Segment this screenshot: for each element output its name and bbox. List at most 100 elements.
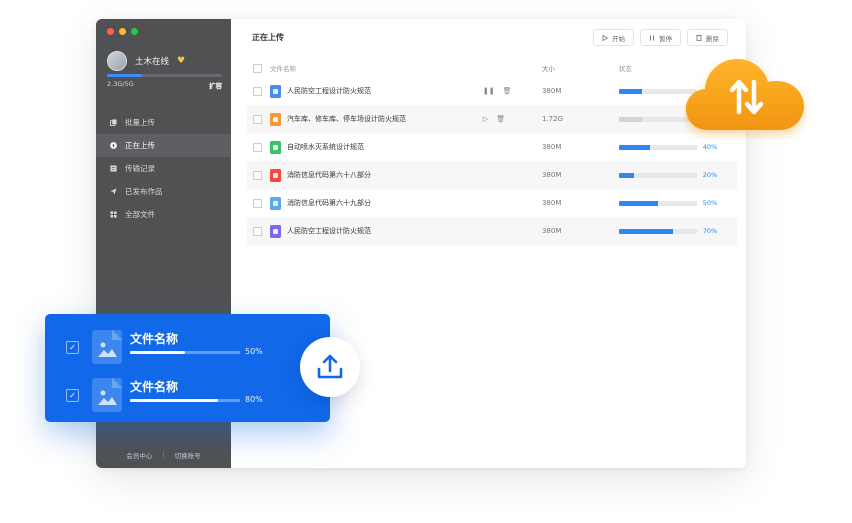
sidebar-item-label: 全部文件	[125, 210, 155, 219]
progress-fill	[130, 351, 185, 354]
vip-diamond-icon: ♥	[177, 56, 186, 66]
item-checkbox[interactable]: ✓	[66, 389, 79, 402]
member-center-link[interactable]: 会员中心	[126, 450, 152, 460]
minimize-window-button[interactable]	[119, 28, 126, 35]
grid-icon	[110, 211, 117, 218]
table-row[interactable]: 消防信息代码第六十八部分 380M 20%	[247, 161, 737, 189]
file-size: 1.72G	[541, 115, 563, 123]
file-size: 380M	[541, 87, 562, 95]
file-name: 自动喷水灭系统设计规范	[287, 143, 364, 151]
progress-bar	[618, 228, 697, 234]
start-button[interactable]: 开始	[593, 29, 634, 46]
upload-button[interactable]	[300, 337, 360, 397]
progress-percent: 70%	[702, 227, 718, 235]
table-row[interactable]: 自动喷水灭系统设计规范 380M 40%	[247, 133, 737, 161]
select-all-checkbox[interactable]	[253, 63, 262, 73]
delete-button[interactable]: 删除	[687, 29, 728, 46]
expand-storage-link[interactable]: 扩容	[209, 80, 222, 90]
storage-info: 2.3G/5G 扩容	[107, 80, 222, 90]
footer-separator: |	[162, 450, 165, 458]
file-type-icon	[270, 196, 281, 210]
table-header: 文件名称 大小 状态	[247, 59, 737, 77]
image-file-icon	[92, 330, 122, 364]
file-name: 汽车库、修车库、停车场设计防火规范	[287, 115, 406, 123]
row-checkbox[interactable]	[253, 142, 262, 152]
file-name: 人民防空工程设计防火规范	[287, 227, 371, 235]
progress-bar	[618, 144, 697, 150]
user-profile[interactable]: 土木在线 ♥	[107, 51, 185, 71]
upload-table: 文件名称 大小 状态 人民防空工程设计防火规范 ❚❚ 🗑 380M 汽车库、修车…	[247, 59, 737, 245]
image-file-icon	[92, 378, 122, 412]
window-controls	[107, 28, 138, 35]
progress-fill	[618, 116, 643, 122]
image-file-icon	[270, 224, 281, 238]
pdf-file-icon	[270, 168, 281, 182]
document-icon	[110, 165, 117, 172]
sidebar-item-all-files[interactable]: 全部文件	[96, 203, 231, 226]
file-name: 人民防空工程设计防火规范	[287, 87, 371, 95]
cloud-transfer-icon	[686, 59, 804, 130]
send-icon	[110, 188, 117, 195]
trash-icon[interactable]: 🗑	[496, 115, 505, 123]
progress-fill	[618, 88, 643, 94]
upload-icon	[317, 354, 343, 379]
username: 土木在线	[135, 57, 170, 67]
file-size: 380M	[541, 199, 562, 207]
file-name: 消防信息代码第六十九部分	[287, 199, 371, 207]
page-title: 正在上传	[252, 33, 284, 42]
row-checkbox[interactable]	[253, 170, 262, 180]
sidebar-item-transfer-records[interactable]: 传输记录	[96, 157, 231, 180]
sidebar-item-label: 传输记录	[125, 164, 155, 173]
sidebar-item-batch-upload[interactable]: 批量上传	[96, 111, 231, 134]
file-size: 380M	[541, 171, 562, 179]
list-item[interactable]: ✓ 文件名称 50%	[45, 328, 330, 368]
row-checkbox[interactable]	[253, 114, 262, 124]
switch-account-link[interactable]: 切换账号	[175, 450, 201, 460]
list-item[interactable]: ✓ 文件名称 80%	[45, 376, 330, 416]
toolbar: 开始 暂停 删除	[593, 29, 728, 46]
pause-icon[interactable]: ❚❚	[483, 87, 495, 95]
row-checkbox[interactable]	[253, 86, 262, 96]
file-size: 380M	[541, 143, 562, 151]
item-checkbox[interactable]: ✓	[66, 341, 79, 354]
progress-bar	[618, 172, 697, 178]
progress-fill	[618, 228, 674, 234]
storage-used-text: 2.3G/5G	[107, 80, 134, 88]
delete-button-label: 删除	[706, 34, 719, 43]
storage-progress-fill	[107, 74, 142, 77]
play-icon[interactable]: ▷	[483, 115, 488, 123]
row-checkbox[interactable]	[253, 226, 262, 236]
row-checkbox[interactable]	[253, 198, 262, 208]
storage-progress-bar	[107, 74, 222, 77]
start-button-label: 开始	[612, 34, 625, 43]
sidebar-item-label: 已发布作品	[125, 187, 163, 196]
progress-percent: 50%	[702, 199, 718, 207]
sidebar-item-published[interactable]: 已发布作品	[96, 180, 231, 203]
sidebar-item-label: 批量上传	[125, 118, 155, 127]
sidebar-item-uploading[interactable]: 正在上传	[96, 134, 231, 157]
progress-fill	[618, 172, 635, 178]
maximize-window-button[interactable]	[131, 28, 138, 35]
upload-circle-icon	[110, 142, 117, 149]
trash-icon[interactable]: 🗑	[503, 87, 512, 95]
file-size: 380M	[541, 227, 562, 235]
file-name: 消防信息代码第六十八部分	[287, 171, 371, 179]
pause-button-label: 暂停	[659, 34, 672, 43]
table-row[interactable]: 人民防空工程设计防火规范 ❚❚ 🗑 380M	[247, 77, 737, 105]
table-row[interactable]: 汽车库、修车库、停车场设计防火规范 ▷ 🗑 1.72G	[247, 105, 737, 133]
upload-popup-card: ✓ 文件名称 50% ✓ 文件名称 80%	[45, 314, 330, 422]
file-type-icon	[270, 84, 281, 98]
table-row[interactable]: 消防信息代码第六十九部分 380M 50%	[247, 189, 737, 217]
table-row[interactable]: 人民防空工程设计防火规范 380M 70%	[247, 217, 737, 245]
play-icon	[602, 34, 608, 41]
pause-button[interactable]: 暂停	[640, 29, 681, 46]
progress-bar	[618, 200, 697, 206]
avatar[interactable]	[107, 51, 127, 71]
item-title: 文件名称	[130, 380, 179, 394]
file-type-icon	[270, 112, 281, 126]
close-window-button[interactable]	[107, 28, 114, 35]
progress-percent: 20%	[702, 171, 718, 179]
trash-icon	[696, 35, 702, 41]
copy-icon	[110, 119, 117, 126]
progress-percent: 40%	[702, 143, 718, 151]
